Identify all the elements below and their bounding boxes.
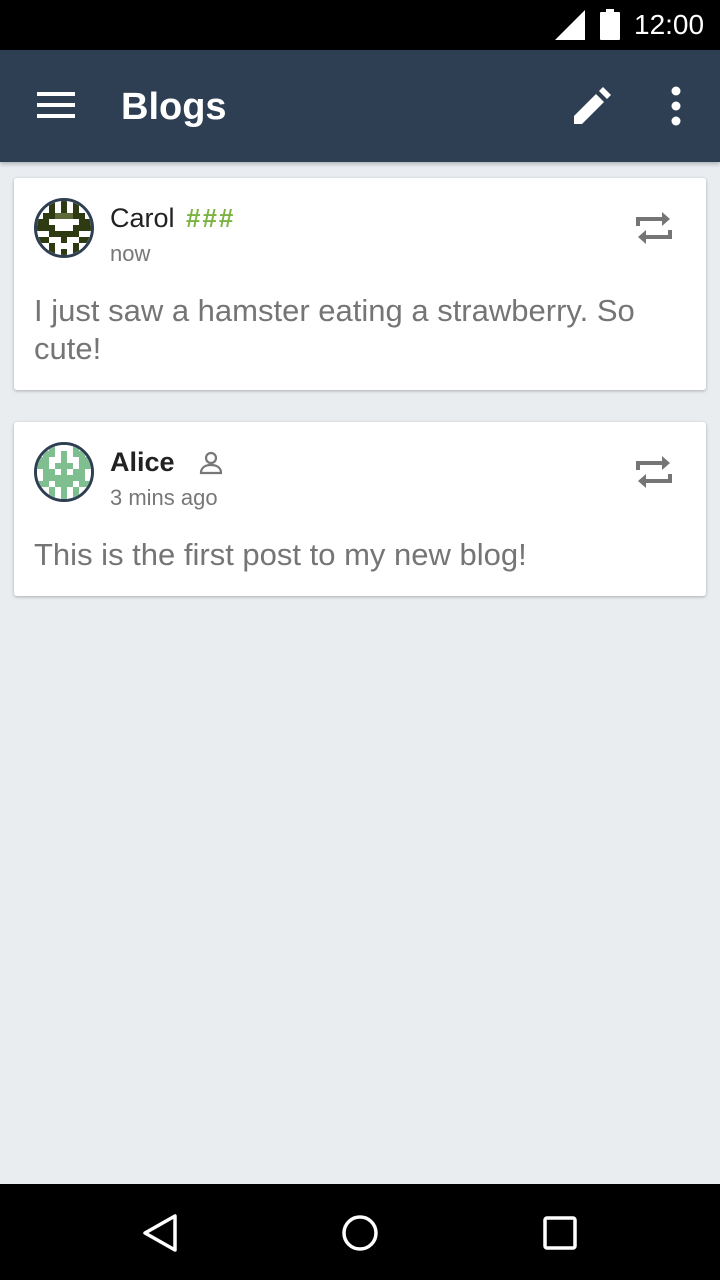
post-card[interactable]: Carol ### now I just saw a hamster eatin… bbox=[14, 178, 706, 390]
menu-icon[interactable] bbox=[30, 82, 80, 132]
author-name[interactable]: Alice bbox=[110, 446, 175, 478]
back-triangle-icon[interactable] bbox=[135, 1208, 185, 1258]
repost-icon[interactable] bbox=[630, 204, 678, 252]
identicon-carol bbox=[37, 201, 91, 255]
recents-square-icon[interactable] bbox=[535, 1208, 585, 1258]
app-bar: Blogs bbox=[0, 50, 720, 162]
post-body: This is the first post to my new blog! bbox=[34, 537, 527, 572]
status-time: 12:00 bbox=[634, 9, 705, 40]
page-title: Blogs bbox=[121, 86, 227, 128]
post-time: 3 mins ago bbox=[110, 485, 218, 510]
battery-icon bbox=[600, 9, 620, 40]
post-time: now bbox=[110, 241, 151, 266]
repost-icon[interactable] bbox=[630, 448, 678, 496]
avatar[interactable] bbox=[34, 198, 94, 258]
post-body: I just saw a hamster eating a strawberry… bbox=[34, 293, 635, 366]
person-icon bbox=[199, 451, 223, 475]
pencil-icon[interactable] bbox=[566, 80, 618, 132]
author-badge: ### bbox=[186, 203, 236, 233]
more-vert-icon[interactable] bbox=[656, 80, 696, 132]
post-card[interactable]: Alice 3 mins ago This is the first post … bbox=[14, 422, 706, 596]
identicon-alice bbox=[37, 445, 91, 499]
signal-icon bbox=[555, 10, 585, 40]
status-bar: 12:00 bbox=[0, 0, 720, 50]
navigation-bar bbox=[0, 1184, 720, 1280]
author-name[interactable]: Carol bbox=[110, 202, 175, 234]
home-circle-icon[interactable] bbox=[335, 1208, 385, 1258]
avatar[interactable] bbox=[34, 442, 94, 502]
